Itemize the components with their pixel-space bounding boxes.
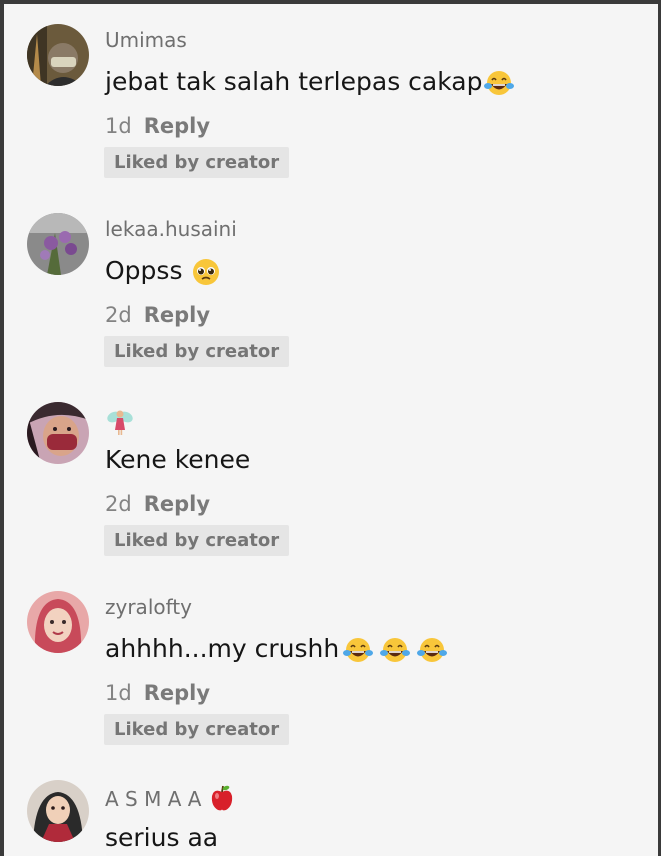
comment-text: Oppss [105, 256, 221, 287]
fairy-emoji [105, 406, 135, 441]
liked-by-creator-badge: Liked by creator [104, 525, 290, 556]
comments-panel: Umimas jebat tak salah terlepas cakap 1d… [4, 4, 658, 856]
avatar[interactable] [27, 24, 89, 86]
reply-button[interactable]: Reply [144, 114, 210, 138]
avatar[interactable] [27, 780, 89, 842]
comment-meta: 1d Reply [105, 114, 210, 138]
reply-button[interactable]: Reply [144, 303, 210, 327]
comment-text: serius aa [105, 823, 218, 852]
comment-time: 2d [105, 303, 132, 327]
comment-time: 2d [105, 492, 132, 516]
comment-text-content: Kene kenee [105, 445, 251, 474]
avatar[interactable] [27, 402, 89, 464]
comment-username[interactable]: Umimas [105, 28, 187, 52]
liked-by-creator-badge: Liked by creator [104, 714, 290, 745]
comment-text: ahhhh...my crushh [105, 634, 450, 664]
comment-text-content: jebat tak salah terlepas cakap [105, 67, 483, 96]
comment-text: jebat tak salah terlepas cakap [105, 67, 515, 97]
comment-username-text: A S M A A [105, 787, 202, 811]
reply-button[interactable]: Reply [144, 681, 210, 705]
comment-text-content: serius aa [105, 823, 219, 852]
liked-by-creator-badge: Liked by creator [104, 147, 290, 178]
tears-of-joy-emoji [414, 636, 450, 664]
comment-username[interactable]: lekaa.husaini [105, 217, 237, 241]
comment-username[interactable] [105, 406, 135, 441]
avatar[interactable] [27, 213, 89, 275]
pleading-face-emoji [191, 257, 221, 287]
comment-text-content: ahhhh...my crushh [105, 634, 340, 663]
liked-by-creator-badge: Liked by creator [104, 336, 290, 367]
tears-of-joy-emoji [483, 69, 515, 97]
comment-time: 1d [105, 681, 132, 705]
avatar[interactable] [27, 591, 89, 653]
comment-meta: 2d Reply [105, 492, 210, 516]
comment-username[interactable]: A S M A A [105, 784, 236, 817]
red-apple-emoji [208, 784, 236, 817]
comment-meta: 2d Reply [105, 303, 210, 327]
reply-button[interactable]: Reply [144, 492, 210, 516]
tears-of-joy-emoji [340, 636, 376, 664]
comment-username[interactable]: zyralofty [105, 595, 192, 619]
comment-text: Kene kenee [105, 445, 250, 474]
tears-of-joy-emoji [377, 636, 413, 664]
comment-text-content: Oppss [105, 256, 183, 285]
comment-meta: 1d Reply [105, 681, 210, 705]
comment-time: 1d [105, 114, 132, 138]
